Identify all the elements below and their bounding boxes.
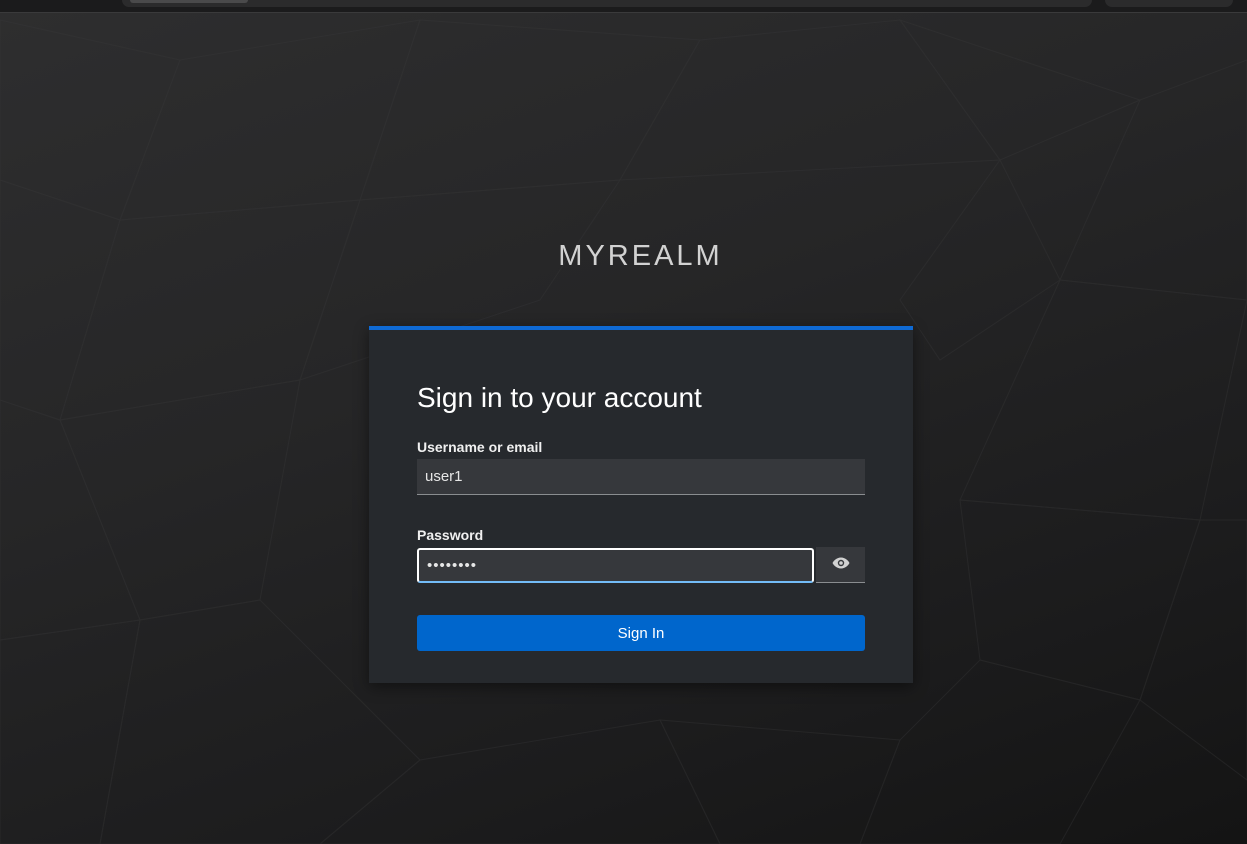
sign-in-button[interactable]: Sign In [417,615,865,651]
username-label: Username or email [417,439,543,455]
login-heading: Sign in to your account [417,382,702,413]
realm-title: MYREALM [558,240,723,272]
browser-address-bar[interactable] [122,0,1092,7]
browser-side-control[interactable] [1105,0,1233,7]
username-input[interactable] [417,459,865,495]
eye-icon [832,557,850,572]
show-password-button[interactable] [816,547,865,583]
browser-address-chip [130,0,248,3]
browser-top-strip [0,0,1247,13]
password-label: Password [417,527,484,543]
password-input[interactable] [417,548,814,583]
login-card: Sign in to your account Username or emai… [369,326,913,683]
